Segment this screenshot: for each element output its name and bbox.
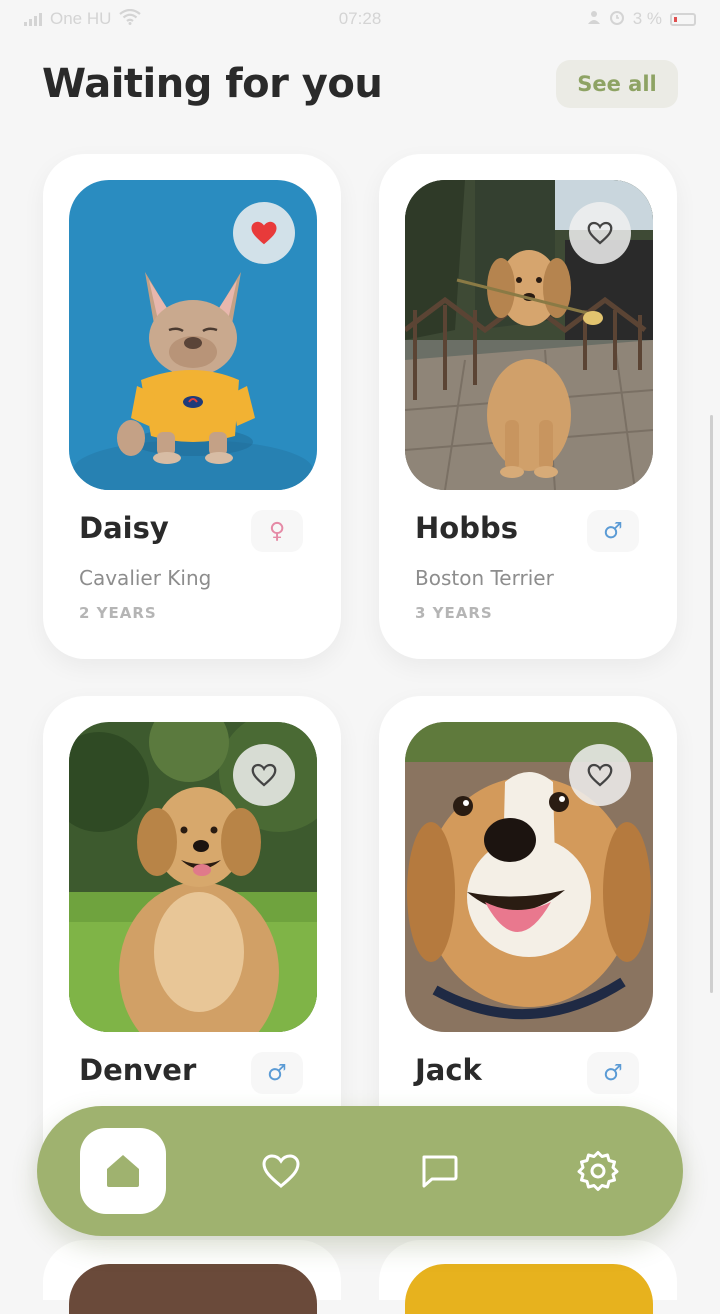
pet-photo [69,180,317,490]
male-icon: ♂ [251,1052,303,1094]
pet-name: Daisy [79,511,169,545]
nav-favorites-button[interactable] [236,1106,326,1236]
battery-percent: 3 % [632,9,662,28]
status-right: 3 % [587,9,696,30]
male-icon: ♂ [587,1052,639,1094]
heart-filled-icon [251,221,277,245]
pet-card-daisy[interactable]: Daisy ♀ Cavalier King 2 YEARS [43,154,341,659]
battery-icon [670,12,696,26]
pet-photo [405,1264,653,1314]
nav-settings-button[interactable] [553,1106,643,1236]
pet-breed: Cavalier King [79,566,212,590]
favorite-button[interactable] [233,744,295,806]
carrier-label: One HU [50,9,112,28]
favorite-button[interactable] [569,744,631,806]
favorite-button[interactable] [569,202,631,264]
pet-name: Hobbs [415,511,518,545]
pet-name: Jack [415,1053,482,1087]
pet-card-hobbs[interactable]: Hobbs ♂ Boston Terrier 3 YEARS [379,154,677,659]
pet-photo [405,722,653,1032]
nav-chat-button[interactable] [394,1106,484,1236]
heart-outline-icon [587,221,613,245]
page-title: Waiting for you [42,61,383,107]
heart-outline-icon [587,763,613,787]
pet-name: Denver [79,1053,197,1087]
header: Waiting for you See all [42,56,678,112]
wifi-icon [119,8,142,30]
pet-breed: Boston Terrier [415,566,554,590]
female-icon: ♀ [251,510,303,552]
pet-age: 3 YEARS [415,604,493,622]
settings-icon [577,1151,619,1191]
heart-outline-icon [251,763,277,787]
male-icon: ♂ [587,510,639,552]
pet-card-peek[interactable] [43,1240,341,1314]
pet-age: 2 YEARS [79,604,157,622]
status-time: 07:28 [338,9,382,28]
favorite-button[interactable] [233,202,295,264]
pet-photo [69,1264,317,1314]
heart-icon [262,1154,300,1188]
person-icon [587,9,601,29]
status-bar: One HU 07:28 3 % [0,0,720,38]
pet-card-peek[interactable] [379,1240,677,1314]
bottom-nav [37,1106,683,1236]
home-icon [107,1155,139,1187]
pet-photo [69,722,317,1032]
chat-icon [422,1155,458,1188]
signal-icon [24,12,42,26]
alarm-icon [609,9,625,30]
status-left: One HU [24,8,142,30]
nav-home-button[interactable] [80,1128,166,1214]
pet-photo [405,180,653,490]
scrollbar[interactable] [710,415,713,993]
see-all-button[interactable]: See all [556,60,678,108]
